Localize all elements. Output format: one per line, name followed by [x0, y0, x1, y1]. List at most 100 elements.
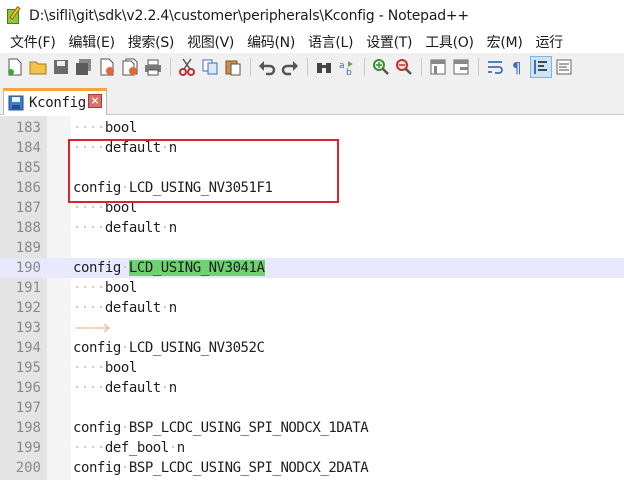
code-text: ····default·n — [73, 380, 177, 396]
tab-arrow-icon — [76, 323, 110, 333]
code-line[interactable]: 199 ····def_bool·n — [0, 438, 624, 458]
code-text: ····bool — [73, 280, 137, 296]
save-icon — [8, 95, 24, 111]
new-file-icon — [8, 58, 22, 76]
zoom-out-icon — [396, 59, 412, 75]
code-line[interactable]: 186 config·LCD_USING_NV3051F1 — [0, 178, 624, 198]
code-line[interactable]: 189 — [0, 238, 624, 258]
toolbar: ab ¶ — [0, 53, 624, 81]
code-text: ····def_bool·n — [73, 440, 185, 456]
menu-language[interactable]: 语言(L) — [308, 32, 354, 52]
code-line[interactable]: 188 ····default·n — [0, 218, 624, 238]
save-icon — [54, 60, 68, 74]
user-language-button[interactable] — [553, 56, 575, 78]
menu-tools[interactable]: 工具(O) — [425, 32, 474, 52]
replace-button[interactable]: ab — [336, 56, 358, 78]
line-number: 198 — [15, 420, 41, 436]
tab-kconfig[interactable]: Kconfig × — [3, 88, 107, 115]
line-number: 196 — [15, 380, 41, 396]
toolbar-separator — [364, 58, 365, 76]
code-line[interactable]: 183 ····bool — [0, 118, 624, 138]
menu-encoding[interactable]: 编码(N) — [247, 32, 295, 52]
code-line[interactable]: 197 — [0, 398, 624, 418]
indent-guide-icon — [534, 60, 547, 74]
code-line[interactable]: 185 — [0, 158, 624, 178]
code-line[interactable]: 198 config·BSP_LCDC_USING_SPI_NODCX_1DATA — [0, 418, 624, 438]
code-line[interactable]: 190 config·LCD_USING_NV3041A — [0, 258, 624, 278]
code-line[interactable]: 191 ····bool — [0, 278, 624, 298]
code-line[interactable]: 184 ····default·n — [0, 138, 624, 158]
code-text: config·LCD_USING_NV3052C — [73, 340, 265, 356]
menu-bar: 文件(F) 编辑(E) 搜索(S) 视图(V) 编码(N) 语言(L) 设置(T… — [0, 31, 624, 53]
redo-icon — [281, 61, 298, 76]
folder-open-icon — [29, 61, 47, 75]
close-all-icon — [122, 58, 138, 76]
code-text: ····bool — [73, 360, 137, 376]
save-all-button[interactable] — [73, 56, 95, 78]
user-language-icon — [556, 59, 572, 75]
zoom-out-button[interactable] — [393, 56, 415, 78]
toolbar-separator — [170, 58, 171, 76]
code-line[interactable]: 193 — [0, 318, 624, 338]
find-button[interactable] — [313, 56, 335, 78]
line-number: 199 — [15, 440, 41, 456]
menu-file[interactable]: 文件(F) — [10, 32, 56, 52]
code-line[interactable]: 200 config·BSP_LCDC_USING_SPI_NODCX_2DATA — [0, 458, 624, 478]
line-number: 195 — [15, 360, 41, 376]
menu-search[interactable]: 搜索(S) — [128, 32, 175, 52]
code-line[interactable]: 196 ····default·n — [0, 378, 624, 398]
undo-button[interactable] — [256, 56, 278, 78]
code-text: config·LCD_USING_NV3051F1 — [73, 180, 273, 196]
menu-run[interactable]: 运行 — [535, 32, 563, 52]
editor[interactable]: 183 ····bool 184 ····default·n 185 186 config·… — [0, 116, 624, 480]
svg-text:b: b — [346, 68, 352, 76]
save-all-icon — [76, 59, 91, 75]
close-icon[interactable]: × — [88, 94, 102, 108]
line-number: 187 — [15, 200, 41, 216]
line-number: 185 — [15, 160, 41, 176]
code-text: config·BSP_LCDC_USING_SPI_NODCX_1DATA — [73, 420, 369, 436]
line-number: 194 — [15, 340, 41, 356]
new-file-button[interactable] — [4, 56, 26, 78]
tab-bar: Kconfig × — [0, 81, 624, 115]
menu-settings[interactable]: 设置(T) — [366, 32, 412, 52]
save-button[interactable] — [50, 56, 72, 78]
print-button[interactable] — [142, 56, 164, 78]
zoom-in-icon — [373, 59, 389, 75]
line-number: 192 — [15, 300, 41, 316]
copy-button[interactable] — [199, 56, 221, 78]
paste-button[interactable] — [222, 56, 244, 78]
word-wrap-icon — [488, 61, 503, 74]
code-text: ····bool — [73, 200, 137, 216]
open-file-button[interactable] — [27, 56, 49, 78]
cut-button[interactable] — [176, 56, 198, 78]
toolbar-separator — [421, 58, 422, 76]
menu-view[interactable]: 视图(V) — [187, 32, 234, 52]
close-file-icon — [100, 58, 114, 76]
sync-vertical-button[interactable] — [427, 56, 449, 78]
svg-text:¶: ¶ — [512, 59, 522, 76]
show-all-chars-button[interactable]: ¶ — [507, 56, 529, 78]
code-line[interactable]: 194 config·LCD_USING_NV3052C — [0, 338, 624, 358]
close-all-button[interactable] — [119, 56, 141, 78]
sync-horizontal-button[interactable] — [450, 56, 472, 78]
redo-button[interactable] — [279, 56, 301, 78]
line-number: 188 — [15, 220, 41, 236]
code-line[interactable]: 192 ····default·n — [0, 298, 624, 318]
line-number: 183 — [15, 120, 41, 136]
undo-icon — [259, 61, 276, 76]
menu-edit[interactable]: 编辑(E) — [68, 32, 115, 52]
line-number: 193 — [15, 320, 41, 336]
zoom-in-button[interactable] — [370, 56, 392, 78]
indent-guide-button[interactable] — [530, 56, 552, 78]
toolbar-separator — [307, 58, 308, 76]
code-line[interactable]: 187 ····bool — [0, 198, 624, 218]
replace-icon: ab — [339, 61, 353, 76]
menu-macro[interactable]: 宏(M) — [487, 32, 523, 52]
close-file-button[interactable] — [96, 56, 118, 78]
word-wrap-button[interactable] — [484, 56, 506, 78]
code-line[interactable]: 195 ····bool — [0, 358, 624, 378]
notepadpp-app-icon — [6, 5, 22, 25]
binoculars-icon — [317, 63, 331, 73]
code-text: config·BSP_LCDC_USING_SPI_NODCX_2DATA — [73, 460, 369, 476]
